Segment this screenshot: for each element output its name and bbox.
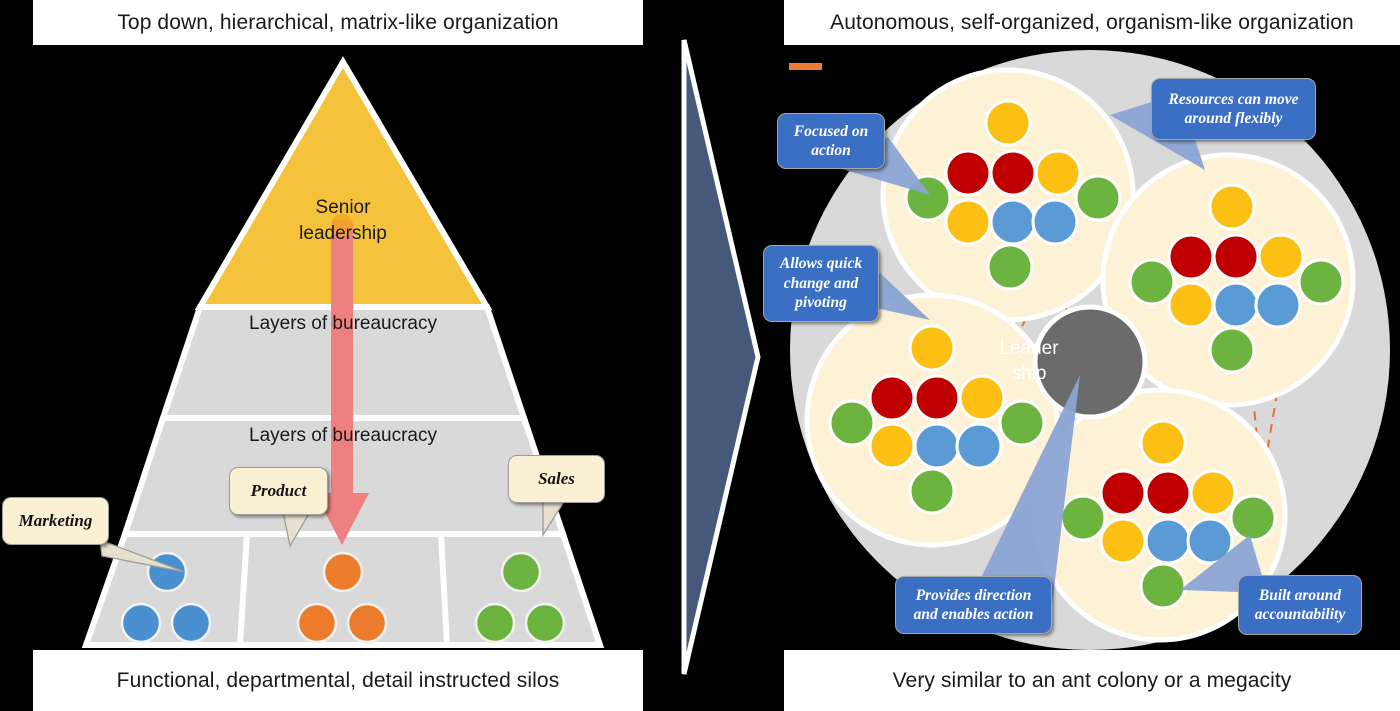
left-panel-title: Top down, hierarchical, matrix-like orga…: [33, 0, 643, 45]
silo-bubble-tails: [99, 499, 567, 573]
callout-built-around-accountability[interactable]: Built around accountability: [1238, 575, 1362, 635]
diagram-canvas: Senior leadership Layers of bureaucracy …: [0, 0, 1400, 711]
transition-arrow-icon: [681, 39, 761, 675]
callout-allows-quick-change[interactable]: Allows quick change and pivoting: [763, 245, 879, 322]
leadership-label-line1: Leader: [999, 338, 1059, 359]
silo-label-sales[interactable]: Sales: [508, 455, 605, 503]
callout-resources-can-move[interactable]: Resources can move around flexibly: [1151, 78, 1316, 140]
leadership-label-line2: ship: [1011, 362, 1047, 384]
silo-label-marketing[interactable]: Marketing: [2, 497, 109, 545]
left-panel-caption: Functional, departmental, detail instruc…: [33, 650, 643, 711]
right-panel-title: Autonomous, self-organized, organism-lik…: [784, 0, 1400, 45]
right-panel-caption: Very similar to an ant colony or a megac…: [784, 650, 1400, 711]
callout-provides-direction[interactable]: Provides direction and enables action: [895, 576, 1052, 634]
leadership-label: Leader ship: [984, 337, 1074, 386]
silo-label-product[interactable]: Product: [229, 467, 328, 515]
accent-mark: [789, 63, 822, 70]
callout-focused-on-action[interactable]: Focused on action: [777, 113, 885, 169]
